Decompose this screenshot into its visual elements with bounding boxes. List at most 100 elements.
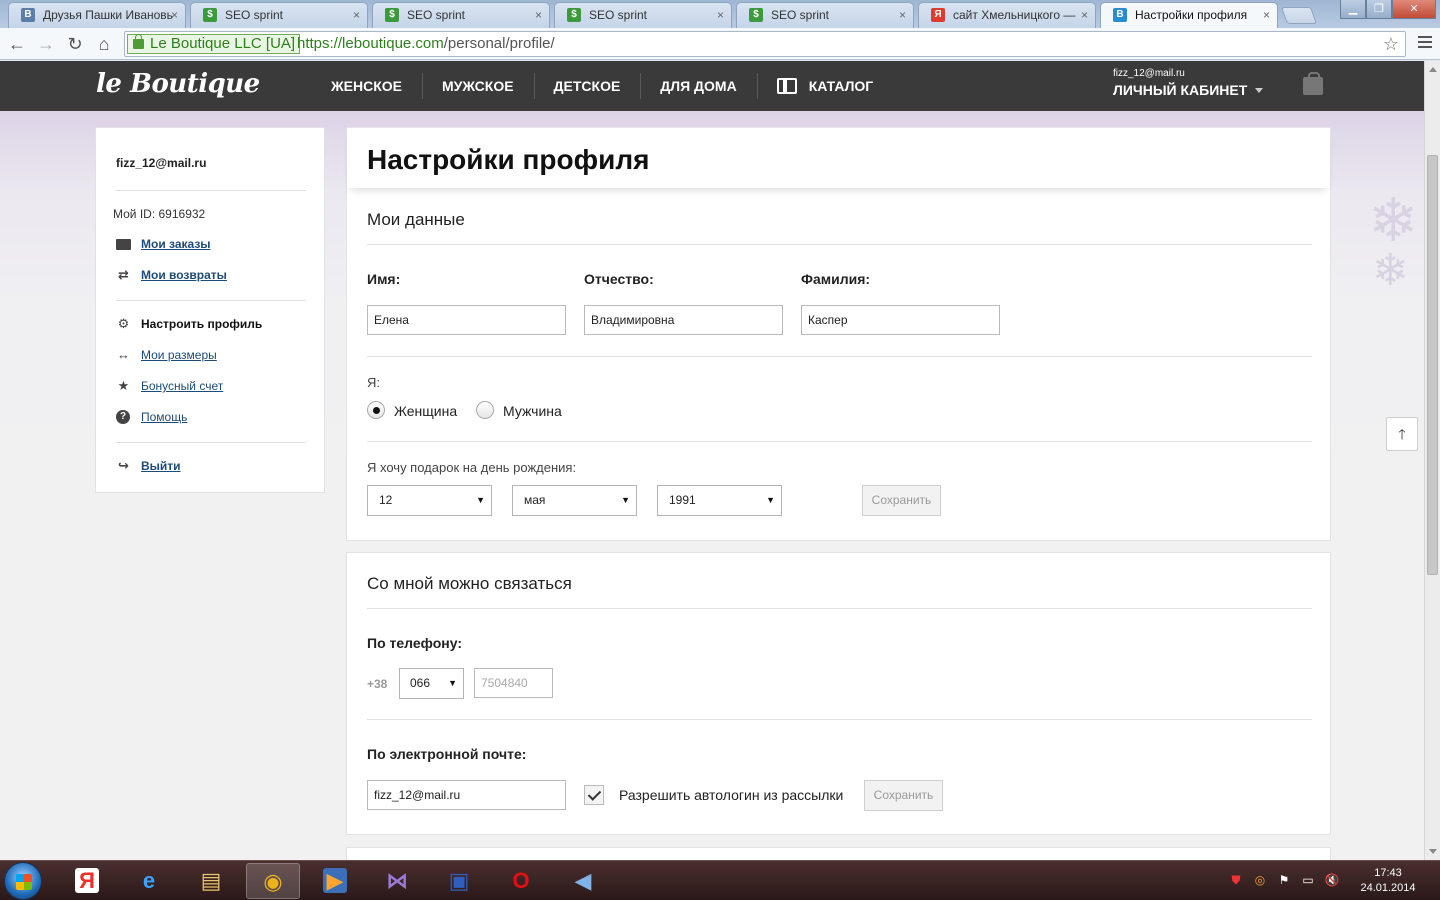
sidebar-email: fizz_12@mail.ru (116, 156, 207, 170)
taskbar-glyph: ⋈ (386, 868, 408, 893)
sidebar-item-help[interactable]: ? Помощь (116, 408, 187, 426)
bookmark-star-icon[interactable]: ☆ (1383, 34, 1399, 55)
nav-catalog[interactable]: КАТАЛОГ (756, 61, 894, 111)
first-name-input[interactable]: Елена (367, 305, 566, 335)
url-text[interactable]: https://leboutique.com/personal/profile/ (297, 35, 555, 53)
minimize-icon[interactable]: ▁ (1340, 0, 1366, 19)
scroll-to-top-button[interactable]: 🡑 (1386, 417, 1418, 451)
scrollbar-thumb[interactable] (1427, 155, 1438, 575)
taskbar-glyph: ◉ (263, 869, 283, 894)
address-bar[interactable]: Le Boutique LLC [UA] https://leboutique.… (124, 31, 1406, 57)
chrome-icon[interactable]: ◉ (246, 863, 300, 899)
sidebar-item-logout[interactable]: ↪ Выйти (116, 457, 181, 475)
page-title-bar: Настройки профиля (347, 128, 1330, 188)
account-email: fizz_12@mail.ru (1113, 68, 1185, 79)
gender-male-label[interactable]: Мужчина (503, 403, 562, 419)
internet-explorer-icon[interactable]: e (122, 863, 176, 899)
sidebar-item-profile-settings[interactable]: ⚙ Настроить профиль (116, 315, 263, 333)
tab-close-icon[interactable]: × (717, 3, 724, 27)
site-logo[interactable]: le Boutique (96, 69, 260, 99)
system-clock[interactable]: 17:43 24.01.2014 (1358, 866, 1418, 896)
phone-number-input[interactable]: 7504840 (474, 668, 553, 698)
browser-tab[interactable]: B Настройки профиля × (1100, 2, 1278, 28)
autologin-label[interactable]: Разрешить автологин из рассылки (619, 787, 843, 803)
update-icon[interactable]: ◎ (1252, 872, 1268, 888)
antivirus-shield-icon[interactable]: ⛊ (1228, 872, 1244, 888)
autologin-checkbox[interactable] (584, 785, 604, 805)
tab-close-icon[interactable]: × (171, 3, 178, 27)
account-menu[interactable]: fizz_12@mail.ru ЛИЧНЫЙ КАБИНЕТ (1113, 68, 1264, 98)
gender-female-label[interactable]: Женщина (394, 403, 457, 419)
patronymic-input[interactable]: Владимировна (584, 305, 783, 335)
browser-tab[interactable]: $ SEO sprint × (190, 2, 368, 28)
main-nav: ЖЕНСКОЕ МУЖСКОЕ ДЕТСКОЕ ДЛЯ ДОМА КАТАЛОГ (311, 61, 893, 111)
yandex-browser-icon[interactable]: Я (60, 863, 114, 899)
sidebar-item-orders[interactable]: Мои заказы (116, 235, 211, 253)
opera-icon[interactable]: O (494, 863, 548, 899)
browser-tab[interactable]: B Друзья Пашки Ивановь × (8, 2, 186, 28)
birth-day-select[interactable]: 12 ▼ (367, 485, 492, 516)
start-button[interactable] (4, 862, 42, 900)
browser-tab[interactable]: $ SEO sprint × (554, 2, 732, 28)
scroll-up-arrow-icon[interactable] (1429, 67, 1437, 72)
volume-muted-icon[interactable]: 🔇 (1324, 872, 1340, 888)
tab-title: SEO sprint (225, 8, 284, 22)
nav-kids[interactable]: ДЕТСКОЕ (533, 61, 641, 111)
gender-female-radio[interactable] (367, 401, 385, 419)
action-center-flag-icon[interactable]: ⚑ (1276, 872, 1292, 888)
taskbar-glyph: O (512, 868, 530, 893)
sidebar-item-sizes[interactable]: ↔ Мои размеры (116, 346, 217, 364)
bag-icon (116, 239, 131, 250)
browser-tab[interactable]: Ясайт Хмельницкого — × (918, 2, 1096, 28)
gender-male-radio[interactable] (476, 401, 494, 419)
phone-code-select[interactable]: 066 ▼ (399, 668, 464, 699)
contacts-card: Со мной можно связаться По телефону: +38… (346, 552, 1331, 835)
chevron-down-icon (1255, 88, 1264, 93)
browser-toolbar: ← → ↻ ⌂ Le Boutique LLC [UA] https://leb… (0, 28, 1440, 60)
media-player-icon[interactable]: ▶ (308, 863, 362, 899)
birth-month-select[interactable]: мая ▼ (512, 485, 637, 516)
star-icon: ★ (117, 378, 130, 393)
tab-close-icon[interactable]: × (899, 3, 906, 27)
browser-menu-icon[interactable] (1418, 36, 1432, 48)
browser-tab[interactable]: $ SEO sprint × (736, 2, 914, 28)
tab-title: SEO sprint (771, 8, 830, 22)
tab-close-icon[interactable]: × (353, 3, 360, 27)
close-window-icon[interactable]: ✕ (1392, 0, 1436, 19)
floppy-save-icon[interactable]: ▣ (432, 863, 486, 899)
nav-home[interactable]: ДЛЯ ДОМА (640, 61, 756, 111)
back-arrow-icon[interactable]: ← (5, 32, 29, 56)
nav-women[interactable]: ЖЕНСКОЕ (311, 61, 422, 111)
ev-certificate-badge[interactable]: Le Boutique LLC [UA] (127, 34, 301, 54)
forward-arrow-icon[interactable]: → (34, 32, 58, 56)
sidebar-item-bonus[interactable]: ★ Бонусный счет (116, 377, 224, 395)
home-icon[interactable]: ⌂ (92, 32, 116, 56)
last-name-input[interactable]: Каспер (801, 305, 1000, 335)
reload-icon[interactable]: ↻ (63, 32, 87, 56)
tab-close-icon[interactable]: × (535, 3, 542, 27)
sidebar-item-returns[interactable]: ⇄ Мои возвраты (116, 266, 227, 284)
email-input[interactable]: fizz_12@mail.ru (367, 780, 566, 810)
restore-icon[interactable]: ❐ (1366, 0, 1392, 19)
sound-recorder-icon[interactable]: ◀ (556, 863, 610, 899)
logout-icon: ↪ (118, 458, 129, 473)
tab-close-icon[interactable]: × (1263, 3, 1270, 27)
shopping-bag-icon[interactable] (1303, 72, 1323, 95)
new-tab-button[interactable] (1280, 7, 1318, 24)
yandex-icon: Я (931, 8, 945, 22)
network-icon[interactable]: ▭ (1300, 872, 1316, 888)
save-contacts-button[interactable]: Сохранить (864, 780, 943, 811)
tab-close-icon[interactable]: × (1081, 3, 1088, 27)
snowflake-decoration-icon: ❄ (1372, 246, 1409, 295)
scroll-down-arrow-icon[interactable] (1429, 849, 1437, 854)
save-profile-button[interactable]: Сохранить (862, 485, 941, 516)
browser-tab[interactable]: $ SEO sprint × (372, 2, 550, 28)
visual-studio-icon[interactable]: ⋈ (370, 863, 424, 899)
birthday-label: Я хочу подарок на день рождения: (367, 460, 577, 475)
birth-year-select[interactable]: 1991 ▼ (657, 485, 782, 516)
nav-men[interactable]: МУЖСКОЕ (421, 61, 534, 111)
page-scrollbar[interactable] (1424, 61, 1440, 860)
dropdown-arrow-icon: ▼ (448, 678, 457, 688)
ev-label: Le Boutique LLC [UA] (150, 35, 296, 52)
file-explorer-icon[interactable]: ▤ (184, 863, 238, 899)
